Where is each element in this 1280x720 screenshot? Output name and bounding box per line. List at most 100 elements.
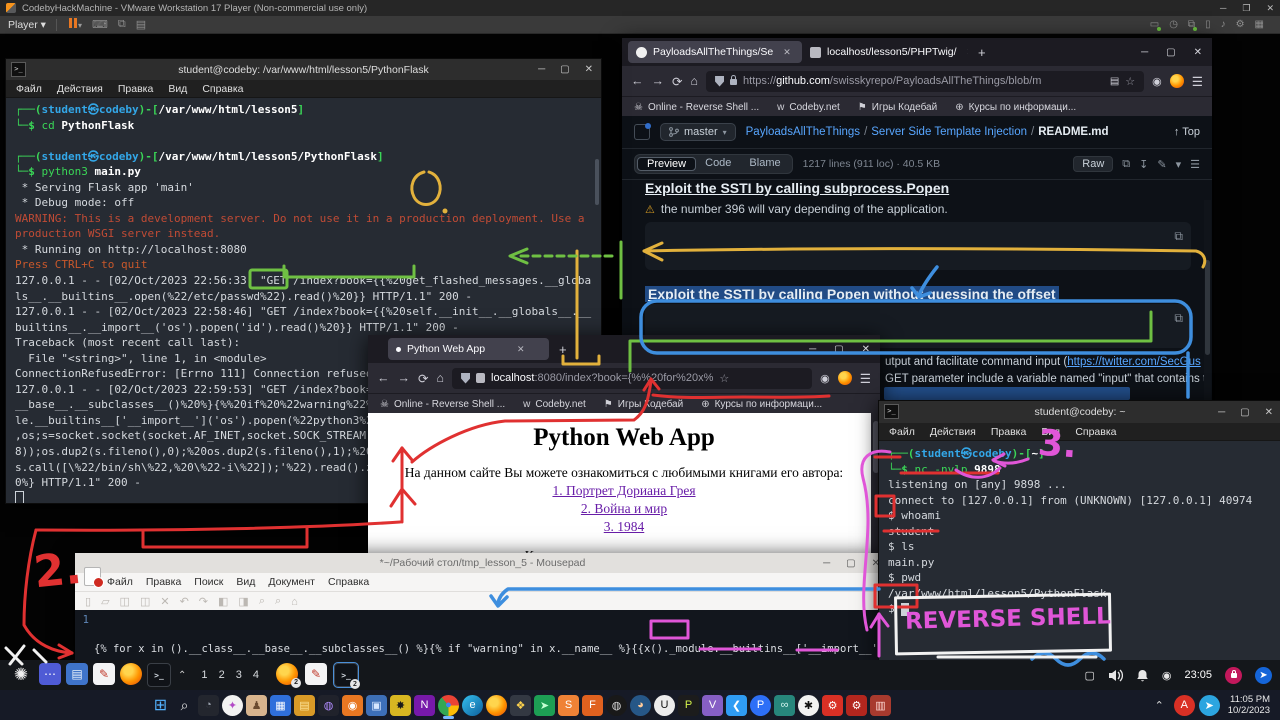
readme-heading-popen-no-offset[interactable]: Exploit the SSTI by calling Popen withou… (645, 286, 1059, 302)
bookmark-codeby-net[interactable]: wCodeby.net (777, 102, 840, 113)
toolbar-icon[interactable]: ▱ (101, 595, 109, 608)
tab-close-icon[interactable]: ✕ (517, 344, 525, 355)
menu-item[interactable]: Действия (930, 426, 976, 438)
toolbar-icon[interactable]: ⌂ (291, 596, 298, 608)
forward-button[interactable]: → (398, 371, 411, 385)
gear-red-1[interactable]: ⚙ (822, 695, 843, 716)
firefox-account-icon[interactable] (1170, 74, 1184, 88)
volume-icon[interactable] (1108, 669, 1123, 682)
menu-item[interactable]: Файл (16, 83, 42, 95)
hdd-icon[interactable]: ▭ (1150, 19, 1159, 30)
back-button[interactable]: ← (631, 74, 644, 88)
power-manager-icon[interactable]: ◉ (1162, 669, 1172, 682)
tracking-shield-icon[interactable] (715, 76, 724, 87)
window-firefox[interactable]: 2 (276, 663, 298, 685)
gear-red-2[interactable]: ⚙ (846, 695, 867, 716)
more-options-icon[interactable]: ▾ (1176, 158, 1182, 171)
book-link-3[interactable]: 3. 1984 (368, 519, 880, 535)
file-manager[interactable]: ▤ (66, 663, 88, 685)
visual-studio[interactable]: V (702, 695, 723, 716)
codeby-logo-icon[interactable]: ✺ (8, 665, 34, 685)
window-close-button[interactable]: ✕ (862, 344, 870, 355)
tab-close-icon[interactable]: ✕ (783, 47, 791, 58)
bookmark-infosec-courses[interactable]: ⊕Курсы по информаци... (955, 102, 1076, 113)
unity-mode-icon[interactable]: ▤ (136, 18, 146, 31)
onenote[interactable]: N (414, 695, 435, 716)
menu-item[interactable]: Действия (57, 83, 103, 95)
terminal-titlebar[interactable]: >_ student@codeby: /var/www/html/lesson5… (6, 59, 601, 80)
calendar[interactable]: ▦ (270, 695, 291, 716)
obsidian[interactable]: ◍ (318, 695, 339, 716)
raw-button[interactable]: Raw (1073, 156, 1113, 172)
vm-pause-button[interactable]: ▾ (67, 18, 82, 31)
vmware-player-menu[interactable]: Player ▾ (8, 19, 46, 31)
toolbar-icon[interactable]: ⌕ (275, 595, 281, 608)
window-minimize-button[interactable]: ─ (809, 344, 816, 355)
menu-item[interactable]: Вид (168, 83, 187, 95)
firefox-account-icon[interactable] (838, 371, 852, 385)
network-adapter-icon[interactable]: ⧉ (1188, 19, 1195, 30)
bookmark-codeby-games[interactable]: ⚑Игры Кодебай (858, 102, 937, 113)
menu-item[interactable]: Вид (1041, 426, 1060, 438)
terminal-titlebar[interactable]: >_ student@codeby: ~ ─ ▢ ✕ (879, 401, 1280, 423)
sublime[interactable]: S (558, 695, 579, 716)
menu-hamburger-icon[interactable]: ☰ (1192, 74, 1203, 89)
bookmark-star-icon[interactable]: ☆ (1125, 75, 1135, 88)
toolbar-icon[interactable]: ◨ (238, 595, 248, 608)
menu-item[interactable]: Поиск (194, 576, 223, 588)
settings-icon[interactable]: ⚙ (1236, 19, 1245, 30)
window-maximize-button[interactable]: ▢ (1166, 47, 1175, 58)
menu-item[interactable]: Документ (268, 576, 315, 588)
cdrom-icon[interactable]: ◷ (1169, 19, 1178, 30)
cyberchef[interactable]: ∞ (774, 695, 795, 716)
screen-lock-icon[interactable] (1225, 667, 1242, 684)
book-link-1[interactable]: 1. Портрет Дориана Грея (368, 483, 880, 499)
chrome-profile[interactable]: A (1174, 695, 1195, 716)
mousepad-editor[interactable]: 1 {% for x in ().__class__.__base__.__su… (75, 610, 890, 660)
start[interactable]: ⊞ (150, 695, 171, 716)
menu-item[interactable]: Правка (991, 426, 1026, 438)
bookmark-infosec-courses[interactable]: ⊕Курсы по информаци... (701, 399, 822, 410)
reload-button[interactable]: ⟳ (672, 74, 682, 89)
menu-item[interactable]: Справка (328, 576, 369, 588)
file-explorer[interactable]: ▤ (294, 695, 315, 716)
window-close-button[interactable]: ✕ (1194, 47, 1202, 58)
back-button[interactable]: ← (377, 371, 390, 385)
vscode[interactable]: ❮ (726, 695, 747, 716)
vmware[interactable]: ◉ (342, 695, 363, 716)
window-terminal[interactable]: >_2 (334, 663, 358, 687)
toolbar-icon[interactable]: ↶ (180, 595, 189, 608)
url-bar[interactable]: localhost:8080/index?book={%%20for%20x% … (452, 368, 812, 389)
menu-item[interactable]: Файл (889, 426, 915, 438)
forward-button[interactable]: → (652, 74, 665, 88)
tab-code[interactable]: Code (696, 157, 740, 171)
copy-raw-icon[interactable]: ⧉ (1122, 158, 1130, 171)
kali[interactable]: ✱ (798, 695, 819, 716)
window-minimize-button[interactable]: ─ (823, 558, 830, 569)
window-mousepad[interactable]: ✎ (305, 663, 327, 685)
window-minimize-button[interactable]: ─ (1218, 407, 1225, 418)
terminal-output[interactable]: ┌──(student㉿codeby)-[~]└─$ nc -nvlp 9898… (879, 441, 1280, 661)
copy-code-icon[interactable]: ⧉ (1174, 228, 1183, 245)
menu-item[interactable]: Справка (202, 83, 243, 95)
telegram[interactable]: ➤ (1199, 695, 1220, 716)
window-minimize-button[interactable]: ─ (538, 64, 545, 75)
bookmark-star-icon[interactable]: ☆ (719, 372, 729, 385)
window-indicator-icon[interactable]: ▢ (1084, 669, 1094, 682)
widgets[interactable]: ◔ (198, 695, 219, 716)
scrollbar[interactable] (595, 159, 599, 205)
firefox[interactable] (120, 663, 142, 685)
notification-bell-icon[interactable] (1136, 669, 1149, 682)
tab-blame[interactable]: Blame (740, 157, 789, 171)
toolbar-icon[interactable]: ◫ (120, 595, 130, 608)
readme-heading-subprocess-popen[interactable]: Exploit the SSTI by calling subprocess.P… (645, 180, 949, 196)
app-circle[interactable]: ✦ (222, 695, 243, 716)
breadcrumb-folder[interactable]: Server Side Template Injection (871, 126, 1027, 138)
parrot[interactable]: ➤ (534, 695, 555, 716)
design-tool[interactable]: ❖ (510, 695, 531, 716)
window-maximize-button[interactable]: ▢ (846, 558, 855, 569)
bookmark-online-reverse-shell[interactable]: ☠Online - Reverse Shell ... (380, 399, 505, 410)
terminal[interactable]: >_ (147, 663, 171, 687)
bookmark-codeby-net[interactable]: wCodeby.net (523, 399, 586, 410)
menu-item[interactable]: Правка (118, 83, 153, 95)
